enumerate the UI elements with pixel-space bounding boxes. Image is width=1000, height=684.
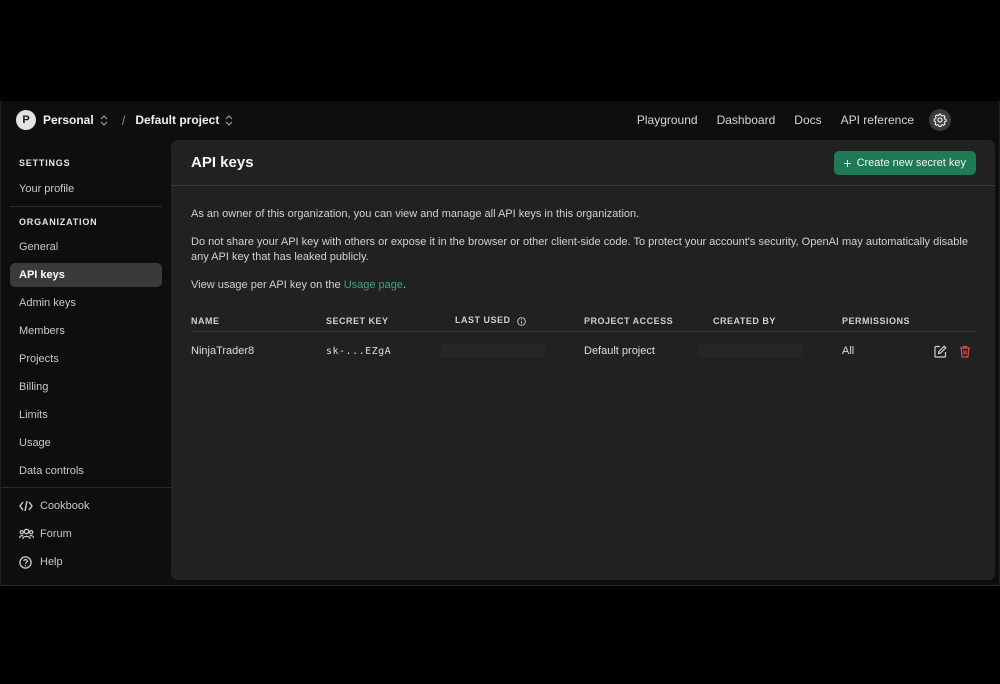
- trash-icon[interactable]: [959, 345, 971, 358]
- sidebar-item-limits[interactable]: Limits: [10, 403, 162, 427]
- sidebar-item-general[interactable]: General: [10, 235, 162, 259]
- permissions: All: [842, 345, 855, 357]
- panel-header: API keys + Create new secret key: [171, 140, 995, 186]
- settings-heading: SETTINGS: [19, 158, 71, 168]
- row-actions: [922, 345, 975, 358]
- breadcrumb-separator: /: [121, 112, 126, 128]
- main-panel: API keys + Create new secret key As an o…: [171, 140, 995, 580]
- sidebar-item-label: Help: [40, 556, 63, 568]
- col-last-used: LAST USED: [455, 315, 584, 325]
- sidebar-item-data-controls[interactable]: Data controls: [10, 459, 162, 483]
- col-name: NAME: [191, 315, 220, 326]
- sidebar-item-help[interactable]: Help: [10, 550, 162, 574]
- sidebar-item-admin-keys[interactable]: Admin keys: [10, 291, 162, 315]
- redacted-block: [441, 344, 545, 358]
- table-header: NAME SECRET KEY LAST USED PROJECT ACCESS…: [191, 310, 975, 332]
- create-secret-key-label: Create new secret key: [856, 156, 966, 169]
- divider: [1, 487, 171, 488]
- project-access: Default project: [584, 345, 655, 357]
- page-title: API keys: [191, 154, 254, 171]
- col-project-access: PROJECT ACCESS: [584, 315, 674, 326]
- redacted-block: [699, 344, 803, 358]
- security-warning: Do not share your API key with others or…: [191, 236, 968, 263]
- sidebar-item-label: Cookbook: [40, 500, 90, 512]
- gear-icon: [933, 113, 947, 127]
- divider: [10, 206, 162, 207]
- sidebar-item-projects[interactable]: Projects: [10, 347, 162, 371]
- nav-docs[interactable]: Docs: [794, 113, 821, 127]
- app-window: P Personal / Default project Playground …: [0, 101, 1000, 586]
- top-bar: P Personal / Default project Playground …: [1, 101, 1000, 139]
- sidebar-item-cookbook[interactable]: Cookbook: [10, 494, 162, 518]
- last-used: [441, 344, 584, 358]
- project-name: Default project: [135, 113, 220, 127]
- col-secret-key: SECRET KEY: [326, 315, 389, 326]
- org-name: Personal: [43, 113, 94, 127]
- info-icon[interactable]: [516, 316, 526, 326]
- sidebar-item-label: Forum: [40, 528, 72, 540]
- nav-api-reference[interactable]: API reference: [841, 113, 914, 127]
- usage-note-prefix: View usage per API key on the: [191, 279, 344, 291]
- key-name: NinjaTrader8: [191, 345, 255, 357]
- create-secret-key-button[interactable]: + Create new secret key: [834, 150, 976, 175]
- created-by: [699, 344, 842, 358]
- owner-description: As an owner of this organization, you ca…: [191, 208, 640, 220]
- top-nav: Playground Dashboard Docs API reference: [637, 101, 1000, 139]
- sidebar-item-your-profile[interactable]: Your profile: [10, 177, 162, 201]
- organization-heading: ORGANIZATION: [19, 217, 98, 227]
- table-row: NinjaTrader8 sk-...EZgA Default project …: [191, 332, 975, 370]
- plus-icon: +: [843, 154, 852, 171]
- avatar: P: [16, 110, 36, 130]
- nav-dashboard[interactable]: Dashboard: [717, 113, 776, 127]
- sidebar-item-forum[interactable]: Forum: [10, 522, 162, 546]
- edit-icon[interactable]: [934, 345, 947, 358]
- sidebar-item-members[interactable]: Members: [10, 319, 162, 343]
- sidebar-item-usage[interactable]: Usage: [10, 431, 162, 455]
- col-permissions: PERMISSIONS: [842, 315, 911, 326]
- chevron-up-down-icon: [100, 114, 108, 126]
- people-icon: [19, 528, 35, 540]
- help-icon: [19, 555, 35, 569]
- project-switcher[interactable]: Default project: [135, 113, 233, 127]
- sidebar-item-api-keys[interactable]: API keys: [10, 263, 162, 287]
- usage-note: View usage per API key on the Usage page…: [191, 278, 975, 293]
- chevron-up-down-icon: [225, 114, 233, 126]
- description: As an owner of this organization, you ca…: [171, 207, 995, 293]
- code-icon: [19, 500, 35, 512]
- sidebar-item-billing[interactable]: Billing: [10, 375, 162, 399]
- col-created-by: CREATED BY: [713, 315, 776, 326]
- sidebar: SETTINGS Your profile ORGANIZATION Gener…: [1, 149, 171, 586]
- settings-button[interactable]: [929, 109, 951, 131]
- usage-note-suffix: .: [403, 279, 407, 291]
- org-switcher[interactable]: P Personal /: [16, 110, 135, 130]
- api-keys-table: NAME SECRET KEY LAST USED PROJECT ACCESS…: [191, 310, 975, 370]
- col-last-used-label: LAST USED: [455, 315, 511, 326]
- usage-page-link[interactable]: Usage page: [344, 279, 403, 291]
- nav-playground[interactable]: Playground: [637, 113, 698, 127]
- secret-key: sk-...EZgA: [326, 345, 392, 357]
